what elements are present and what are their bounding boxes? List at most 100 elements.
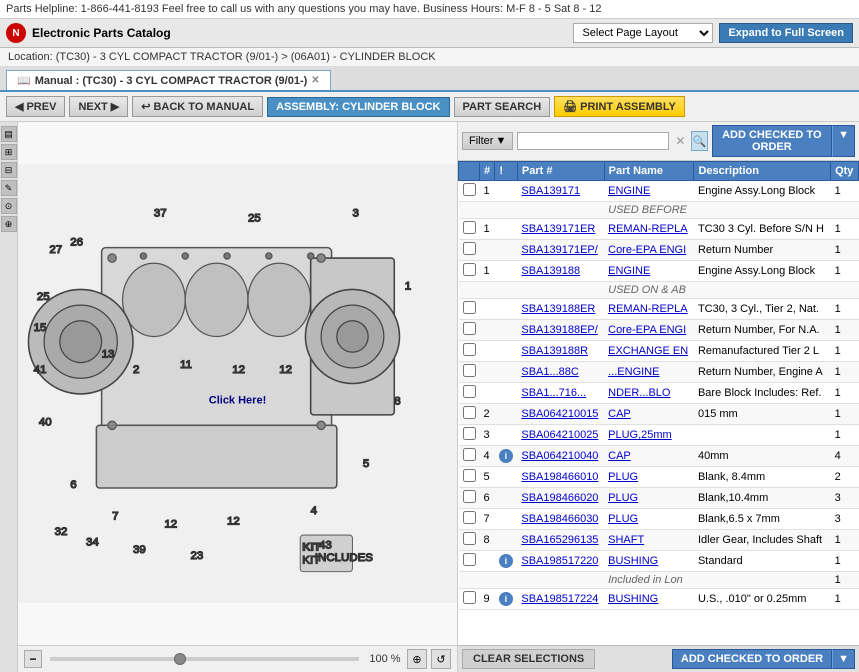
row-checkbox[interactable] (463, 427, 476, 440)
table-row[interactable]: SBA1...716...NDER...BLOBare Block Includ… (459, 383, 859, 404)
part-name-link[interactable]: REMAN-REPLA (608, 223, 687, 235)
table-row[interactable]: 1SBA139171ENGINEEngine Assy.Long Block1 (459, 181, 859, 202)
row-checkbox[interactable] (463, 183, 476, 196)
table-row[interactable]: 7SBA198466030PLUGBlank,6.5 x 7mm3 (459, 509, 859, 530)
part-number-link[interactable]: SBA139171EP/ (521, 244, 597, 256)
part-name-link[interactable]: ENGINE (608, 185, 650, 197)
print-assembly-button[interactable]: 🖨 PRINT ASSEMBLY (554, 96, 685, 117)
zoom-out-button[interactable]: − (24, 650, 42, 668)
part-name-link[interactable]: Core-EPA ENGI (608, 324, 686, 336)
prev-button[interactable]: ◀ PREV (6, 96, 65, 117)
part-number-link[interactable]: SBA198517220 (521, 555, 598, 567)
row-checkbox[interactable] (463, 532, 476, 545)
table-row[interactable]: Included in Lon1 (459, 572, 859, 589)
part-number-link[interactable]: SBA139188 (521, 265, 580, 277)
part-number-link[interactable]: SBA139171ER (521, 223, 595, 235)
part-name-link[interactable]: REMAN-REPLA (608, 303, 687, 315)
info-icon[interactable]: i (499, 592, 513, 606)
part-name-link[interactable]: SHAFT (608, 534, 644, 546)
row-checkbox[interactable] (463, 322, 476, 335)
part-name-link[interactable]: NDER...BLO (608, 387, 670, 399)
expand-button[interactable]: Expand to Full Screen (719, 23, 853, 43)
row-checkbox[interactable] (463, 301, 476, 314)
table-row[interactable]: SBA1...88C...ENGINEReturn Number, Engine… (459, 362, 859, 383)
part-number-link[interactable]: SBA064210040 (521, 450, 598, 462)
part-name-link[interactable]: CAP (608, 408, 631, 420)
row-checkbox[interactable] (463, 263, 476, 276)
table-row[interactable]: 2SBA064210015CAP015 mm1 (459, 404, 859, 425)
diagram-image[interactable]: 27 26 37 25 3 1 8 5 4 12 12 7 6 (18, 122, 457, 645)
sidebar-icon-3[interactable]: ⊟ (1, 162, 17, 178)
part-name-link[interactable]: Core-EPA ENGI (608, 244, 686, 256)
part-number-link[interactable]: SBA139188ER (521, 303, 595, 315)
part-number-link[interactable]: SBA1...88C (521, 366, 578, 378)
table-row[interactable]: 5SBA198466010PLUGBlank, 8.4mm2 (459, 467, 859, 488)
row-checkbox[interactable] (463, 221, 476, 234)
table-row[interactable]: 9iSBA198517224BUSHINGU.S., .010" or 0.25… (459, 589, 859, 610)
row-checkbox[interactable] (463, 591, 476, 604)
parts-table-container[interactable]: # ! Part # Part Name Description Qty 1SB… (458, 161, 859, 645)
clear-selections-button[interactable]: CLEAR SELECTIONS (462, 649, 595, 669)
row-checkbox[interactable] (463, 385, 476, 398)
add-checked-top-dropdown[interactable]: ▼ (832, 125, 855, 157)
row-checkbox[interactable] (463, 406, 476, 419)
row-checkbox[interactable] (463, 364, 476, 377)
sidebar-icon-4[interactable]: ✎ (1, 180, 17, 196)
part-number-link[interactable]: SBA064210015 (521, 408, 598, 420)
part-number-link[interactable]: SBA198466010 (521, 471, 598, 483)
part-name-link[interactable]: BUSHING (608, 593, 658, 605)
zoom-slider[interactable] (50, 657, 359, 661)
add-checked-bottom-button[interactable]: ADD CHECKED TO ORDER (672, 649, 832, 669)
add-checked-top-button[interactable]: ADD CHECKED TO ORDER (712, 125, 833, 157)
part-number-link[interactable]: SBA198466020 (521, 492, 598, 504)
part-name-link[interactable]: CAP (608, 450, 631, 462)
part-number-link[interactable]: SBA198466030 (521, 513, 598, 525)
row-checkbox[interactable] (463, 448, 476, 461)
table-row[interactable]: 1SBA139188ENGINEEngine Assy.Long Block1 (459, 261, 859, 282)
part-name-link[interactable]: BUSHING (608, 555, 658, 567)
table-row[interactable]: 3SBA064210025PLUG,25mm1 (459, 425, 859, 446)
table-row[interactable]: 1SBA139171ERREMAN-REPLATC30 3 Cyl. Befor… (459, 219, 859, 240)
row-checkbox[interactable] (463, 553, 476, 566)
main-tab[interactable]: 📖 Manual : (TC30) - 3 CYL COMPACT TRACTO… (6, 70, 331, 90)
info-icon[interactable]: i (499, 449, 513, 463)
row-checkbox[interactable] (463, 511, 476, 524)
assembly-button[interactable]: ASSEMBLY: CYLINDER BLOCK (267, 97, 449, 117)
part-number-link[interactable]: SBA1...716... (521, 387, 586, 399)
part-number-link[interactable]: SBA198517224 (521, 593, 598, 605)
table-row[interactable]: iSBA198517220BUSHINGStandard1 (459, 551, 859, 572)
tab-close-icon[interactable]: ✕ (311, 75, 319, 86)
sidebar-icon-2[interactable]: ⊞ (1, 144, 17, 160)
table-row[interactable]: 4iSBA064210040CAP40mm4 (459, 446, 859, 467)
zoom-thumb[interactable] (174, 653, 186, 665)
part-number-link[interactable]: SBA139171 (521, 185, 580, 197)
table-row[interactable]: USED ON & AB (459, 282, 859, 299)
table-row[interactable]: 6SBA198466020PLUGBlank,10.4mm3 (459, 488, 859, 509)
part-number-link[interactable]: SBA139188EP/ (521, 324, 597, 336)
row-checkbox[interactable] (463, 242, 476, 255)
part-name-link[interactable]: ...ENGINE (608, 366, 659, 378)
part-number-link[interactable]: SBA165296135 (521, 534, 598, 546)
part-number-link[interactable]: SBA064210025 (521, 429, 598, 441)
part-name-link[interactable]: PLUG (608, 471, 638, 483)
part-name-link[interactable]: ENGINE (608, 265, 650, 277)
page-layout-select[interactable]: Select Page Layout (573, 23, 713, 43)
part-number-link[interactable]: SBA139188R (521, 345, 588, 357)
table-row[interactable]: USED BEFORE (459, 202, 859, 219)
part-search-button[interactable]: PART SEARCH (454, 97, 551, 117)
table-row[interactable]: 8SBA165296135SHAFTIdler Gear, Includes S… (459, 530, 859, 551)
sidebar-icon-1[interactable]: ▤ (1, 126, 17, 142)
back-to-manual-button[interactable]: ↩ BACK TO MANUAL (132, 96, 263, 117)
table-row[interactable]: SBA139188ERREMAN-REPLATC30, 3 Cyl., Tier… (459, 299, 859, 320)
sidebar-icon-5[interactable]: ⊙ (1, 198, 17, 214)
sidebar-icon-6[interactable]: ⊕ (1, 216, 17, 232)
part-name-link[interactable]: PLUG (608, 492, 638, 504)
table-row[interactable]: SBA139171EP/Core-EPA ENGIReturn Number1 (459, 240, 859, 261)
filter-dropdown[interactable]: Filter ▼ (462, 132, 513, 150)
table-row[interactable]: SBA139188EP/Core-EPA ENGIReturn Number, … (459, 320, 859, 341)
part-name-link[interactable]: PLUG (608, 513, 638, 525)
table-row[interactable]: SBA139188REXCHANGE ENRemanufactured Tier… (459, 341, 859, 362)
part-name-link[interactable]: EXCHANGE EN (608, 345, 688, 357)
filter-input[interactable] (517, 132, 669, 150)
part-name-link[interactable]: PLUG,25mm (608, 429, 672, 441)
